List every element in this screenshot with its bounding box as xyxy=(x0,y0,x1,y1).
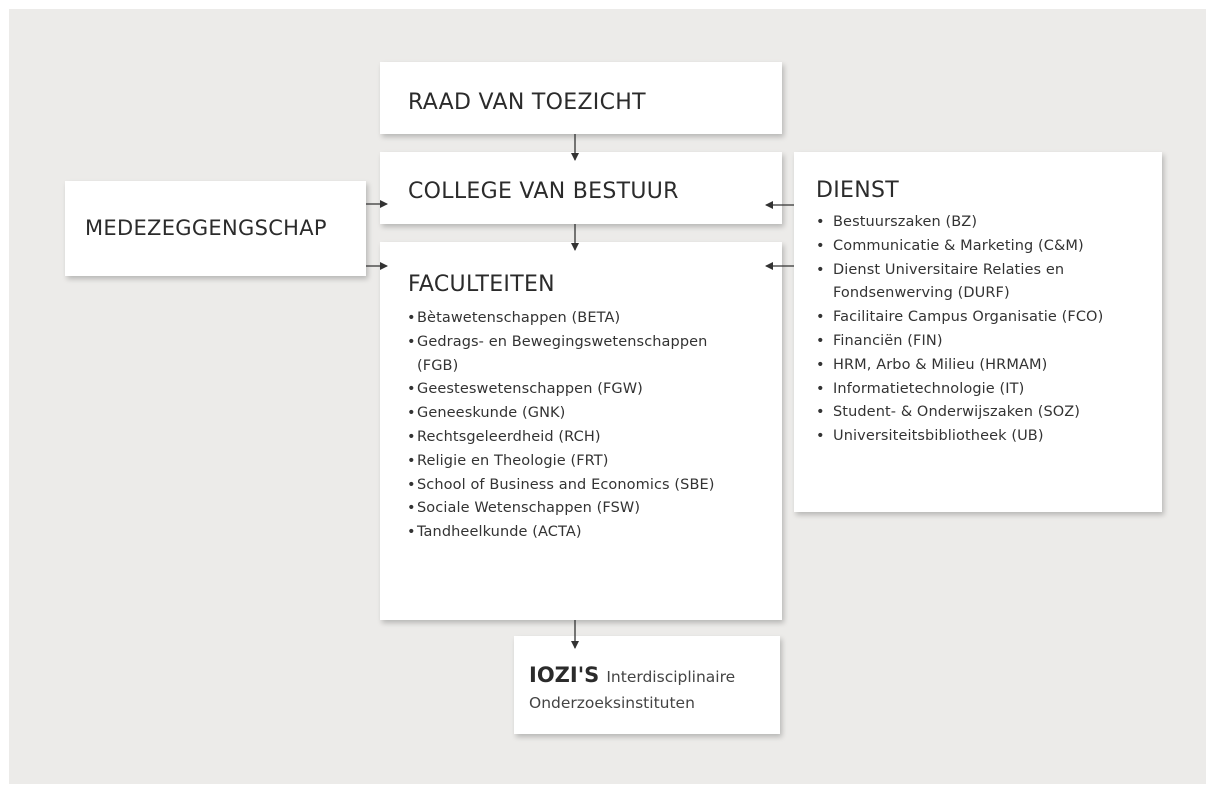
connector-arrows xyxy=(366,134,794,649)
